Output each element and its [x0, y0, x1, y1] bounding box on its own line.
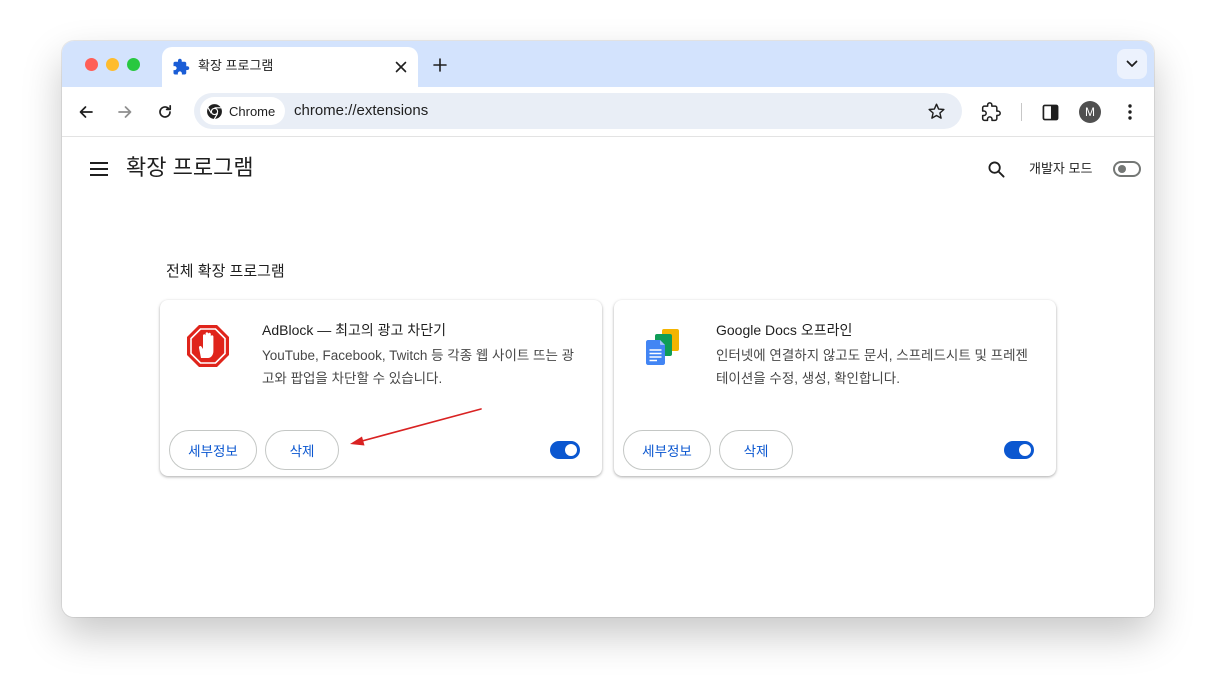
- browser-window: 확장 프로그램 Chrome chrome://extensions M 확장 …: [62, 41, 1154, 617]
- extension-card-google-docs: Google Docs 오프라인 인터넷에 연결하지 않고도 문서, 스프레드시…: [614, 300, 1056, 476]
- close-icon: [395, 61, 407, 73]
- section-title: 전체 확장 프로그램: [166, 263, 285, 280]
- page-title: 확장 프로그램: [126, 155, 254, 180]
- search-extensions-button[interactable]: [982, 155, 1010, 183]
- extension-description: YouTube, Facebook, Twitch 등 각종 웹 사이트 뜨는 …: [262, 348, 575, 386]
- remove-button[interactable]: 삭제: [265, 430, 339, 470]
- chevron-down-icon: [1126, 60, 1138, 67]
- tab-close-button[interactable]: [391, 57, 411, 77]
- star-icon: [927, 103, 945, 119]
- tab-extensions[interactable]: 확장 프로그램: [162, 47, 418, 87]
- extension-enable-toggle[interactable]: [550, 441, 580, 459]
- bookmark-button[interactable]: [922, 97, 950, 125]
- minimize-window-button[interactable]: [106, 58, 119, 71]
- arrow-left-icon: [79, 106, 93, 118]
- adblock-stop-hand-icon: [187, 325, 229, 367]
- puzzle-icon: [173, 58, 190, 75]
- extension-name: AdBlock — 최고의 광고 차단기: [262, 322, 446, 338]
- extensions-page: 확장 프로그램 개발자 모드 전체 확장 프로그램 AdBlock — 최고의 …: [62, 138, 1154, 617]
- tab-search-button[interactable]: [1117, 49, 1147, 79]
- remove-button[interactable]: 삭제: [719, 430, 793, 470]
- reload-icon: [159, 104, 172, 118]
- toggle-knob: [1019, 444, 1031, 456]
- developer-mode-label: 개발자 모드: [1029, 161, 1093, 176]
- browser-toolbar: Chrome chrome://extensions M: [62, 87, 1154, 137]
- details-button[interactable]: 세부정보: [169, 430, 257, 470]
- site-info-chip[interactable]: Chrome: [200, 97, 286, 125]
- url-text[interactable]: chrome://extensions: [294, 102, 428, 120]
- new-tab-button[interactable]: [428, 53, 452, 77]
- side-panel-icon: [1042, 104, 1058, 120]
- profile-avatar[interactable]: M: [1079, 101, 1101, 123]
- more-vert-icon: [1128, 104, 1132, 120]
- toolbar-divider: [1021, 103, 1022, 121]
- chrome-logo-icon: [207, 103, 222, 120]
- extension-name: Google Docs 오프라인: [716, 322, 853, 338]
- forward-button[interactable]: [110, 97, 140, 127]
- extension-enable-toggle[interactable]: [1004, 441, 1034, 459]
- developer-mode-toggle[interactable]: [1113, 160, 1141, 178]
- details-button[interactable]: 세부정보: [623, 430, 711, 470]
- chrome-menu-button[interactable]: [1115, 97, 1145, 127]
- site-chip-label: Chrome: [229, 103, 276, 119]
- side-panel-button[interactable]: [1035, 97, 1065, 127]
- puzzle-outline-icon: [981, 102, 1001, 122]
- extension-card-adblock: AdBlock — 최고의 광고 차단기 YouTube, Facebook, …: [160, 300, 602, 476]
- close-window-button[interactable]: [85, 58, 98, 71]
- back-button[interactable]: [71, 97, 101, 127]
- address-bar[interactable]: Chrome chrome://extensions: [194, 93, 962, 129]
- tab-title: 확장 프로그램: [198, 58, 274, 73]
- tab-strip: 확장 프로그램: [62, 41, 1154, 87]
- extension-description: 인터넷에 연결하지 않고도 문서, 스프레드시트 및 프레젠테이션을 수정, 생…: [716, 348, 1028, 386]
- extensions-menu-button[interactable]: [976, 97, 1006, 127]
- toggle-knob: [565, 444, 577, 456]
- main-menu-button[interactable]: [86, 156, 112, 182]
- zoom-window-button[interactable]: [127, 58, 140, 71]
- hamburger-menu-icon: [90, 162, 108, 176]
- arrow-right-icon: [118, 106, 132, 118]
- reload-button[interactable]: [150, 97, 180, 127]
- toggle-knob: [1118, 165, 1126, 173]
- plus-icon: [433, 58, 447, 72]
- google-docs-icon: [646, 329, 679, 365]
- search-icon: [988, 161, 1005, 178]
